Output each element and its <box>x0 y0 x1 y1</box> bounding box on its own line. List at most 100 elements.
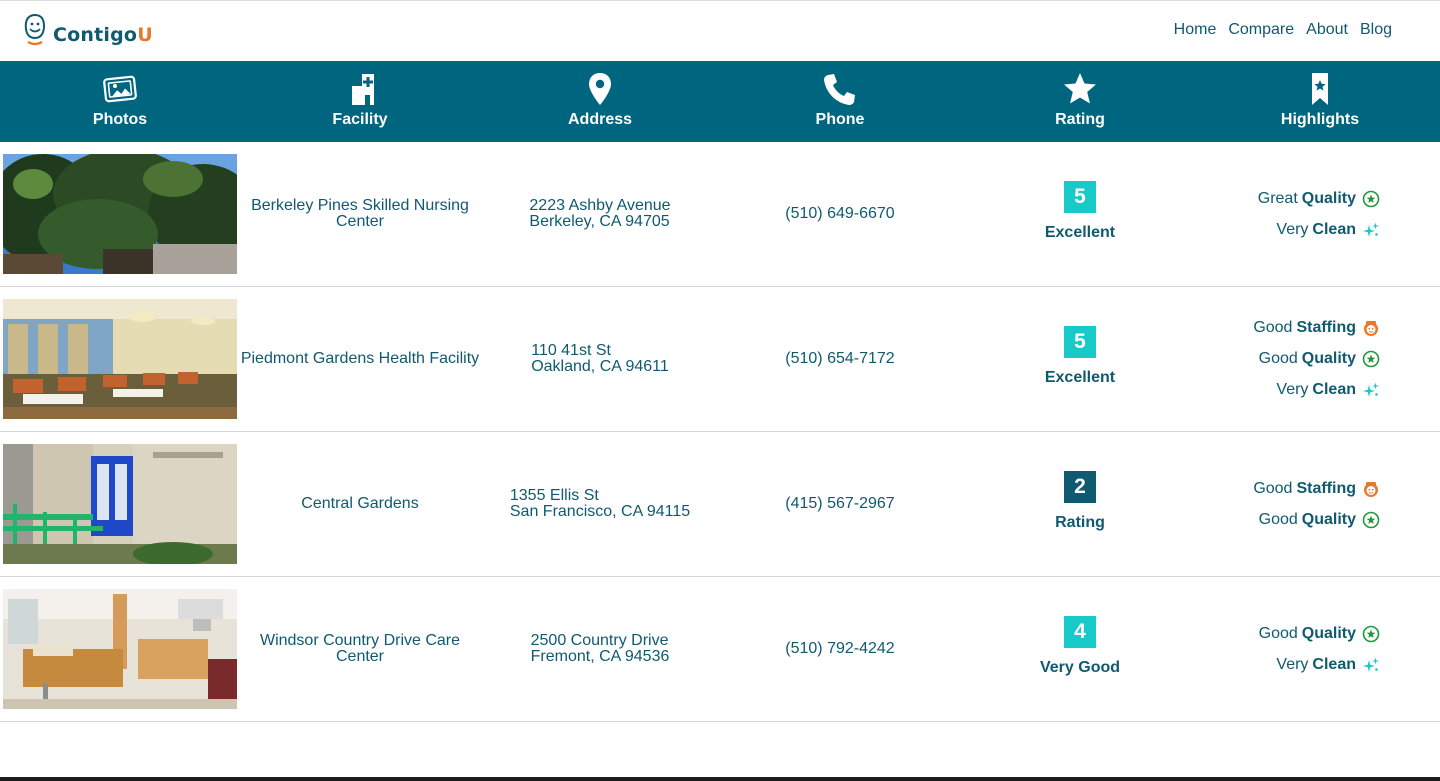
sparkle-icon <box>1363 382 1379 397</box>
highlight-word2: Clean <box>1312 381 1356 398</box>
column-header-photos: Photos <box>0 61 240 142</box>
facility-phone[interactable]: (415) 567-2967 <box>785 496 894 512</box>
highlight-word1: Very <box>1276 220 1309 238</box>
facility-name[interactable]: Windsor Country Drive Care Center <box>240 633 480 665</box>
highlight-word2: Quality <box>1301 624 1356 642</box>
rating-cell: 5 Excellent <box>960 142 1200 286</box>
phone-cell: (510) 654-7172 <box>720 287 960 431</box>
nav-blog-link[interactable]: Blog <box>1360 21 1392 39</box>
highlight-very-clean: Very Clean <box>1276 649 1380 680</box>
highlight-word1: Very <box>1276 381 1309 398</box>
facility-photo[interactable] <box>3 154 237 274</box>
facility-photo[interactable] <box>3 589 237 709</box>
nav-about-link[interactable]: About <box>1306 21 1348 39</box>
facility-phone[interactable]: (510) 792-4242 <box>785 641 894 657</box>
brand-logo-link[interactable]: ContigoU <box>22 13 153 47</box>
facility-address: 110 41st St Oakland, CA 94611 <box>531 343 669 375</box>
facility-photo[interactable] <box>3 299 237 419</box>
highlights-cell: Good Staffing Good Quality <box>1200 432 1440 576</box>
rating-badge: 4 <box>1064 616 1096 648</box>
rating-label: Excellent <box>1044 369 1116 386</box>
column-label-highlights: Highlights <box>1280 111 1360 128</box>
address-line2: Berkeley, CA 94705 <box>529 213 670 230</box>
nav-links: Home Compare About Blog <box>1174 21 1392 39</box>
facility-row: Central Gardens 1355 Ellis St San Franci… <box>0 432 1440 577</box>
facility-photo-image <box>3 154 237 274</box>
facility-phone[interactable]: (510) 649-6670 <box>785 206 894 222</box>
address-cell: 1355 Ellis St San Francisco, CA 94115 <box>480 432 720 576</box>
rating-label: Very Good <box>1039 659 1121 676</box>
photo-cell <box>0 287 240 431</box>
facility-name[interactable]: Piedmont Gardens Health Facility <box>241 351 479 367</box>
facility-phone[interactable]: (510) 654-7172 <box>785 351 894 367</box>
highlight-great-quality: Great Quality <box>1258 183 1380 214</box>
highlight-word2: Clean <box>1312 655 1356 673</box>
rating-badge: 5 <box>1064 181 1096 213</box>
photos-icon <box>103 75 137 103</box>
highlight-word1: Good <box>1258 510 1298 528</box>
highlights-cell: Good Quality Very Clean <box>1200 577 1440 721</box>
highlight-good-staffing: Good Staffing <box>1253 313 1380 344</box>
highlight-word2: Quality <box>1301 510 1356 528</box>
column-header-bar: Photos Facility Address Phone Rating Hig… <box>0 61 1440 142</box>
facility-photo-image <box>3 444 237 564</box>
highlight-word1: Good <box>1258 624 1298 642</box>
photo-cell <box>0 577 240 721</box>
brand-name-part2: U <box>137 24 153 46</box>
star-circle-icon <box>1362 350 1380 368</box>
facility-row: Piedmont Gardens Health Facility 110 41s… <box>0 287 1440 432</box>
highlight-very-clean: Very Clean <box>1276 375 1380 406</box>
phone-cell: (510) 649-6670 <box>720 142 960 286</box>
photo-cell <box>0 432 240 576</box>
brand-name: ContigoU <box>53 24 153 46</box>
column-header-highlights: Highlights <box>1200 61 1440 142</box>
column-label-facility: Facility <box>332 111 388 128</box>
photo-cell <box>0 142 240 286</box>
facility-address: 2223 Ashby Avenue Berkeley, CA 94705 <box>529 198 670 230</box>
rating-cell: 5 Excellent <box>960 287 1200 431</box>
sparkle-icon <box>1363 657 1379 672</box>
facility-address: 2500 Country Drive Fremont, CA 94536 <box>531 633 670 665</box>
highlight-very-clean: Very Clean <box>1276 214 1380 245</box>
facility-row: Windsor Country Drive Care Center 2500 C… <box>0 577 1440 722</box>
nav-compare-link[interactable]: Compare <box>1228 21 1294 39</box>
star-circle-icon <box>1362 511 1380 528</box>
staff-face-icon <box>1364 481 1378 497</box>
facility-name[interactable]: Central Gardens <box>301 496 418 512</box>
star-icon <box>1064 73 1096 104</box>
phone-icon <box>824 74 855 105</box>
column-label-address: Address <box>567 111 633 128</box>
highlight-good-quality: Good Quality <box>1259 618 1380 649</box>
address-line1: 110 41st St <box>531 342 611 359</box>
rating-badge: 2 <box>1064 471 1096 503</box>
highlights-cell: Great Quality Very Clean <box>1200 142 1440 286</box>
facility-name[interactable]: Berkeley Pines Skilled Nursing Center <box>240 198 480 230</box>
address-line2: San Francisco, CA 94115 <box>509 503 691 520</box>
nav-home-link[interactable]: Home <box>1174 21 1217 39</box>
address-cell: 2500 Country Drive Fremont, CA 94536 <box>480 577 720 721</box>
phone-cell: (415) 567-2967 <box>720 432 960 576</box>
facility-photo[interactable] <box>3 444 237 564</box>
highlight-word1: Good <box>1258 350 1298 367</box>
address-line1: 2223 Ashby Avenue <box>529 197 671 214</box>
highlight-word1: Good <box>1253 479 1293 497</box>
address-cell: 110 41st St Oakland, CA 94611 <box>480 287 720 431</box>
address-line2: Fremont, CA 94536 <box>530 648 670 665</box>
address-line1: 2500 Country Drive <box>530 632 669 649</box>
highlight-word2: Staffing <box>1296 479 1356 497</box>
highlight-word2: Quality <box>1301 189 1356 207</box>
facility-name-cell: Berkeley Pines Skilled Nursing Center <box>240 142 480 286</box>
map-pin-icon <box>589 73 611 105</box>
address-line2: Oakland, CA 94611 <box>531 358 669 375</box>
staff-face-icon <box>1364 321 1378 336</box>
column-header-rating: Rating <box>960 61 1200 142</box>
bookmark-star-icon <box>1312 73 1328 105</box>
address-cell: 2223 Ashby Avenue Berkeley, CA 94705 <box>480 142 720 286</box>
highlight-word1: Great <box>1257 189 1298 207</box>
column-header-phone: Phone <box>720 61 960 142</box>
facility-address: 1355 Ellis St San Francisco, CA 94115 <box>510 488 690 520</box>
star-circle-icon <box>1362 190 1380 207</box>
facility-name-cell: Piedmont Gardens Health Facility <box>240 287 480 431</box>
highlight-good-quality: Good Quality <box>1259 504 1380 535</box>
facility-name-cell: Windsor Country Drive Care Center <box>240 577 480 721</box>
